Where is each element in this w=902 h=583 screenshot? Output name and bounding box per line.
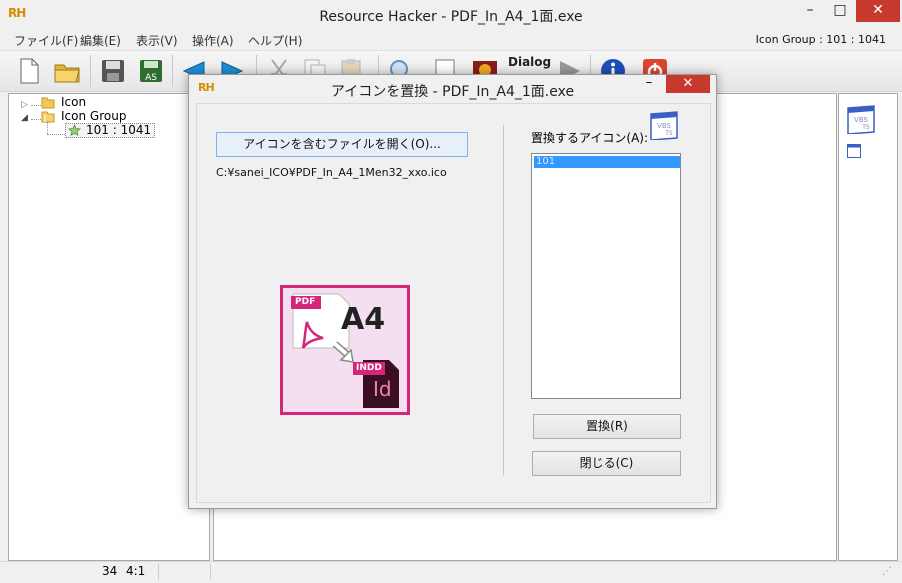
dialog-title-bar: RH アイコンを置換 - PDF_In_A4_1面.exe – ✕ [189,75,716,103]
dialog-body: アイコンを含むファイルを開く(O)... C:¥sanei_ICO¥PDF_In… [196,103,711,503]
size-label: A4 [341,302,386,337]
replace-button[interactable]: 置換(R) [533,414,681,439]
status-divider [210,564,211,580]
id-logo-text: Id [373,377,392,401]
status-position: 4:1 [126,564,146,578]
svg-text:VBS: VBS [854,116,868,124]
selection-status: Icon Group : 101 : 1041 [755,33,886,46]
status-line-number: 34 [102,564,118,578]
menu-action[interactable]: 操作(A) [192,32,234,49]
tree-item-selected[interactable]: 101 : 1041 [65,123,155,138]
replace-icon-dialog: RH アイコンを置換 - PDF_In_A4_1面.exe – ✕ アイコンを含… [188,74,717,509]
file-path-text: C:¥sanei_ICO¥PDF_In_A4_1Men32_xxo.ico [216,166,447,179]
status-divider [158,564,159,580]
open-folder-icon[interactable] [52,56,82,86]
svg-text:AS: AS [145,73,157,83]
tree-item-icon[interactable]: Icon [61,95,86,109]
pdf-badge: PDF [295,297,316,307]
tree-connector [31,119,41,120]
tree-connector [31,105,41,106]
replace-icon-label: 置換するアイコン(A): [531,131,649,145]
tree-connector [47,122,48,134]
star-icon [68,124,81,136]
folder-icon [41,97,55,109]
close-dialog-button[interactable]: 閉じる(C) [532,451,681,476]
window-title: Resource Hacker - PDF_In_A4_1面.exe [319,9,583,25]
dialog-editor-button[interactable]: Dialog [508,55,551,69]
menu-view[interactable]: 表示(V) [136,32,178,49]
resource-tree[interactable]: ▷ Icon ◢ Icon Group 101 : 1041 [8,93,210,561]
close-button[interactable]: ✕ [856,0,900,22]
menu-file[interactable]: ファイル(F) [14,32,78,49]
collapse-arrow-icon[interactable]: ◢ [21,113,28,123]
resize-grip-icon[interactable]: ⋰ [882,566,892,577]
svg-text:TS: TS [861,124,870,131]
dialog-close-button[interactable]: ✕ [666,75,710,93]
indd-badge: INDD [356,363,382,373]
maximize-button[interactable]: □ [826,0,854,22]
save-icon[interactable] [98,56,128,86]
status-bar: 34 4:1 ⋰ [0,561,902,583]
small-vbs-icon [847,144,861,158]
dialog-minimize-button[interactable]: – [637,75,661,90]
icon-preview-pane: VBS TS [838,93,898,561]
vbs-document-icon: VBS TS [847,105,875,134]
new-file-icon[interactable] [14,56,44,86]
folder-open-icon [41,111,55,123]
dialog-divider [503,125,504,476]
menu-edit[interactable]: 編集(E) [80,32,121,49]
menu-help[interactable]: ヘルプ(H) [248,32,302,49]
tree-connector [47,134,65,135]
minimize-button[interactable]: – [796,0,824,22]
list-item[interactable]: 101 [534,156,680,168]
menu-bar: ファイル(F) 編集(E) 表示(V) 操作(A) ヘルプ(H) Icon Gr… [0,30,902,51]
tree-item-icon-group[interactable]: Icon Group [61,109,126,123]
icon-preview: PDF A4 INDD Id [280,285,410,415]
expand-arrow-icon[interactable]: ▷ [21,100,28,110]
save-as-icon[interactable]: AS [136,56,166,86]
toolbar-separator [90,55,91,87]
title-bar: RH Resource Hacker - PDF_In_A4_1面.exe – … [0,0,902,30]
vbs-document-icon: VBS TS [650,111,678,140]
toolbar-separator [172,55,173,87]
svg-text:TS: TS [664,130,673,137]
icon-list[interactable]: 101 [531,153,681,399]
svg-text:VBS: VBS [657,122,671,130]
open-icon-file-button[interactable]: アイコンを含むファイルを開く(O)... [216,132,468,157]
tree-item-101-1041: 101 : 1041 [86,123,152,137]
